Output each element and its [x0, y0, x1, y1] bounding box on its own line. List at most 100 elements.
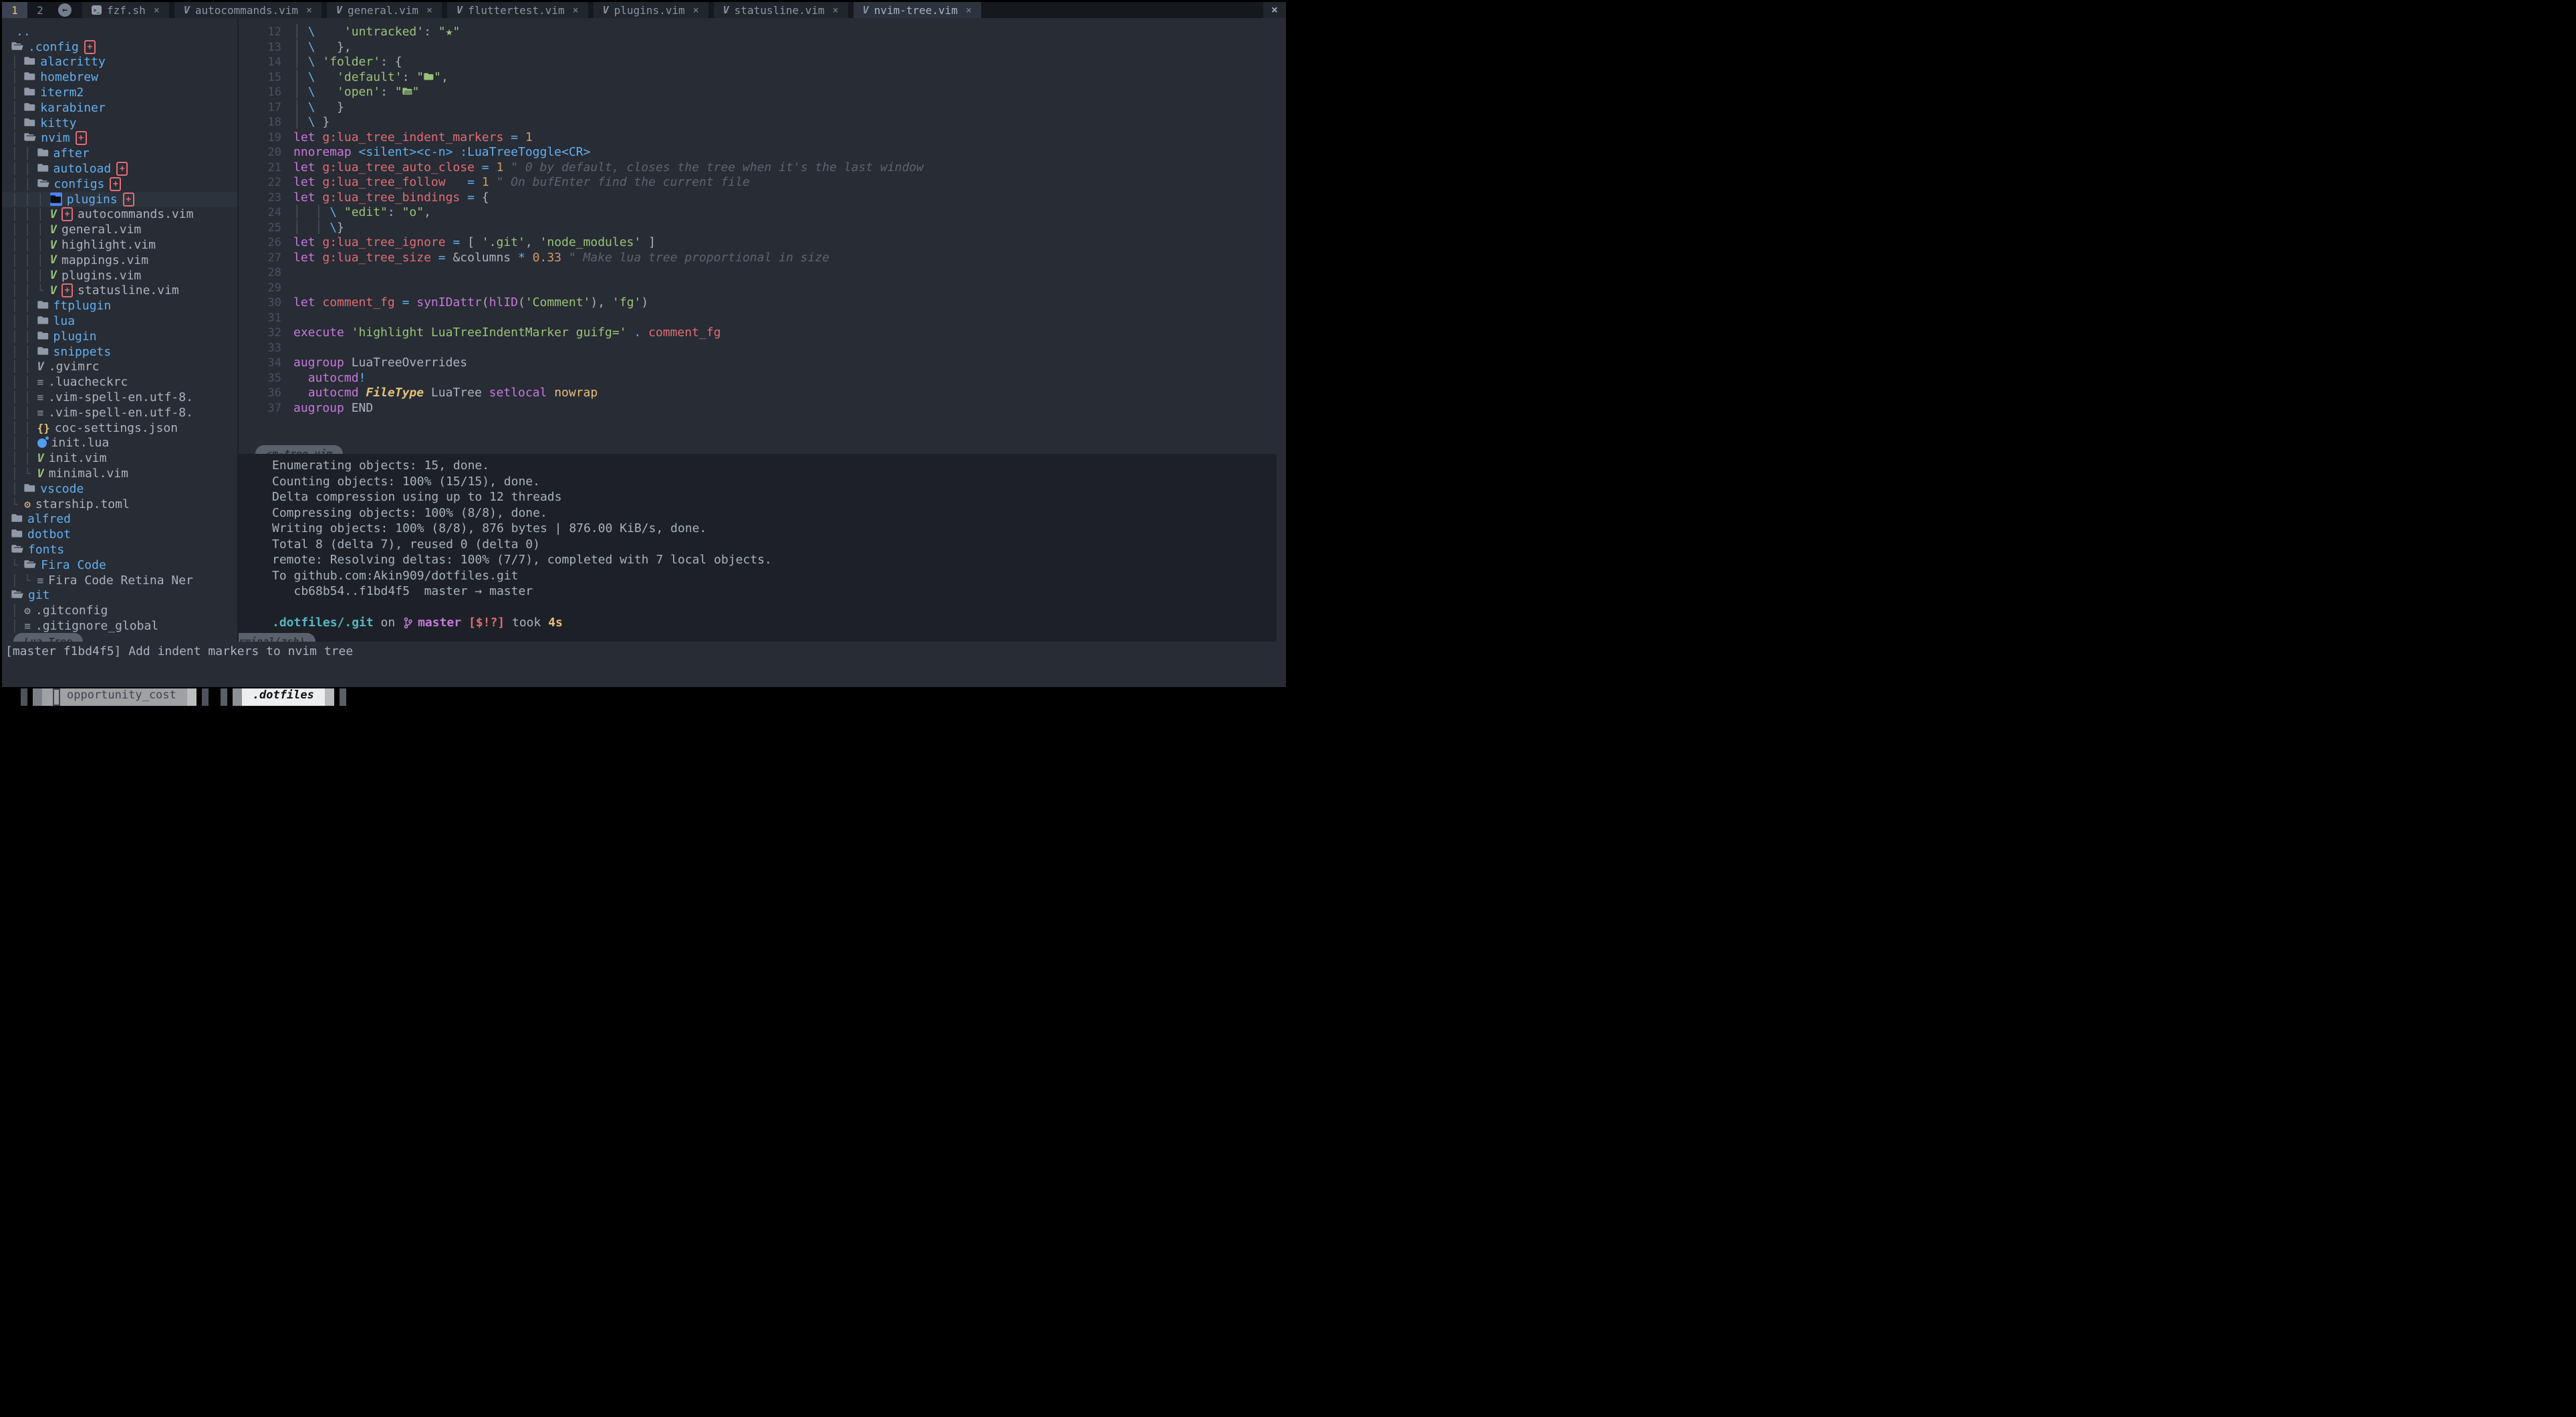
tree-item-alacritty[interactable]: │ alacritty: [2, 55, 237, 70]
tmux-window-.dotfiles[interactable]: .dotfiles: [221, 688, 346, 706]
back-arrow-icon[interactable]: ←: [58, 3, 72, 17]
tree-item-alfred[interactable]: alfred: [2, 512, 237, 527]
tab-close-icon[interactable]: ×: [693, 4, 699, 16]
code-line-14[interactable]: 14│ \ 'folder': {: [239, 55, 1286, 70]
code-line-35[interactable]: 35 autocmd!: [239, 371, 1286, 386]
code-token: let: [293, 130, 315, 146]
code-line-23[interactable]: 23let g:lua_tree_bindings = {: [239, 190, 1286, 206]
terminal-token: Enumerating objects: 15, done.: [272, 458, 489, 474]
code-token: ]: [641, 235, 656, 251]
code-line-17[interactable]: 17│ \ }: [239, 100, 1286, 116]
tab-close-icon[interactable]: ×: [426, 4, 432, 16]
code-line-24[interactable]: 24│ │ \ "edit": "o",: [239, 205, 1286, 221]
tree-item-configs[interactable]: │ │ configs+: [2, 176, 237, 192]
tab-close-icon[interactable]: ×: [966, 4, 972, 16]
tree-item-vscode[interactable]: │ vscode: [2, 481, 237, 497]
tree-item-Fira-Code-Retina-Ner[interactable]: │ └ ≡Fira Code Retina Ner: [2, 573, 237, 588]
tree-item-statusline.vim[interactable]: │ │ └ V+statusline.vim: [2, 283, 237, 299]
tree-item-.vim-spell-en.utf-8.[interactable]: │ │ ≡.vim-spell-en.utf-8.: [2, 405, 237, 420]
code-line-33[interactable]: 33: [239, 341, 1286, 356]
terminal-line-3: Delta compression using up to 12 threads: [272, 489, 1277, 505]
code-line-34[interactable]: 34augroup LuaTreeOverrides: [239, 356, 1286, 371]
tree-item-plugins[interactable]: │ │ │ plugins+: [2, 192, 237, 207]
tree-item-general.vim[interactable]: │ │ │ Vgeneral.vim: [2, 222, 237, 237]
code-line-31[interactable]: 31: [239, 311, 1286, 326]
tab-close-icon[interactable]: ×: [573, 4, 579, 16]
tree-item-dotbot[interactable]: dotbot: [2, 527, 237, 542]
code-line-30[interactable]: 30let comment_fg = synIDattr(hlID('Comme…: [239, 295, 1286, 311]
tree-item-init.lua[interactable]: │ │ init.lua: [2, 436, 237, 451]
tree-item-starship.toml[interactable]: └ ⚙starship.toml: [2, 497, 237, 512]
indent-guides: │ │: [11, 162, 37, 175]
code-token: [315, 235, 323, 251]
code-line-18[interactable]: 18│ \ }: [239, 115, 1286, 130]
tree-item-autocommands.vim[interactable]: │ │ │ V+autocommands.vim: [2, 207, 237, 223]
tree-item-karabiner[interactable]: │ karabiner: [2, 100, 237, 116]
code-line-15[interactable]: 15│ \ 'default': "",: [239, 70, 1286, 86]
code-line-36[interactable]: 36 autocmd FileType LuaTree setlocal now…: [239, 386, 1286, 401]
tree-item-..[interactable]: ..: [2, 24, 237, 39]
code-line-12[interactable]: 12│ \ 'untracked': "★": [239, 25, 1286, 40]
code-line-26[interactable]: 26let g:lua_tree_ignore = [ '.git', 'nod…: [239, 235, 1286, 251]
indent-guides: │ │: [11, 330, 37, 343]
tree-item-ftplugin[interactable]: │ │ ftplugin: [2, 298, 237, 313]
code-line-37[interactable]: 37augroup END: [239, 401, 1286, 416]
tab-number-2[interactable]: 2: [27, 2, 53, 18]
code-line-13[interactable]: 13│ \ },: [239, 40, 1286, 55]
tab-close-icon[interactable]: ×: [833, 4, 839, 16]
code-line-32[interactable]: 32execute 'highlight LuaTreeIndentMarker…: [239, 326, 1286, 341]
tab-plugins.vim[interactable]: Vplugins.vim×: [594, 2, 709, 18]
tree-item-.gitignore-global[interactable]: │ ≡.gitignore_global: [2, 618, 237, 634]
tree-item-.gitconfig[interactable]: │ ⚙.gitconfig: [2, 603, 237, 618]
tree-item-.config[interactable]: .config+: [2, 39, 237, 55]
tree-item-plugins.vim[interactable]: │ │ │ Vplugins.vim: [2, 268, 237, 283]
tree-item-coc-settings.json[interactable]: │ │ {}coc-settings.json: [2, 420, 237, 436]
code-line-28[interactable]: 28: [239, 265, 1286, 281]
code-line-16[interactable]: 16│ \ 'open': "": [239, 85, 1286, 100]
tree-item-plugin[interactable]: │ │ plugin: [2, 329, 237, 344]
tree-item-lua[interactable]: │ │ lua: [2, 313, 237, 329]
tab-close-icon[interactable]: ×: [154, 4, 160, 16]
tab-nvim-tree.vim[interactable]: Vnvim-tree.vim×: [854, 2, 981, 18]
code-editor[interactable]: 12│ \ 'untracked': "★"13│ \ },14│ \ 'fol…: [239, 18, 1286, 454]
tree-item-snippets[interactable]: │ │ snippets: [2, 344, 237, 360]
folder-icon: [24, 71, 35, 84]
tmux-window-opportunity_cost[interactable]: opportunity_cost: [21, 688, 209, 706]
tree-item-minimal.vim[interactable]: │ └ Vminimal.vim: [2, 466, 237, 481]
code-token: 'Comment': [525, 295, 591, 311]
close-all-icon[interactable]: ×: [1263, 2, 1286, 18]
tree-item-homebrew[interactable]: │ homebrew: [2, 70, 237, 85]
tree-item-highlight.vim[interactable]: │ │ │ Vhighlight.vim: [2, 237, 237, 253]
indent-guides: │: [11, 117, 24, 130]
tab-close-icon[interactable]: ×: [306, 4, 312, 16]
tree-item-autoload[interactable]: │ │ autoload+: [2, 161, 237, 176]
tab-number-1[interactable]: 1: [2, 2, 27, 18]
code-line-29[interactable]: 29: [239, 281, 1286, 296]
tab-general.vim[interactable]: Vgeneral.vim×: [327, 2, 442, 18]
terminal-pane[interactable]: Enumerating objects: 15, done.Counting o…: [239, 454, 1277, 642]
code-token: " On bufEnter find the current file: [489, 175, 750, 190]
tree-item-nvim[interactable]: │ nvim+: [2, 131, 237, 146]
tree-item-kitty[interactable]: │ kitty: [2, 116, 237, 131]
code-line-20[interactable]: 20nnoremap <silent><c-n> :LuaTreeToggle<…: [239, 145, 1286, 160]
tree-item-mappings.vim[interactable]: │ │ │ Vmappings.vim: [2, 253, 237, 268]
code-line-27[interactable]: 27let g:lua_tree_size = &columns * 0.33 …: [239, 251, 1286, 266]
code-line-19[interactable]: 19let g:lua_tree_indent_markers = 1: [239, 130, 1286, 146]
tab-autocommands.vim[interactable]: Vautocommands.vim×: [174, 2, 321, 18]
tree-item-Fira-Code[interactable]: └ Fira Code: [2, 557, 237, 573]
code-line-22[interactable]: 22let g:lua_tree_follow = 1 " On bufEnte…: [239, 175, 1286, 190]
tree-item-after[interactable]: │ │ after: [2, 146, 237, 161]
tab-statusline.vim[interactable]: Vstatusline.vim×: [714, 2, 848, 18]
tree-item-init.vim[interactable]: │ │ Vinit.vim: [2, 450, 237, 466]
tree-item-git[interactable]: git: [2, 588, 237, 603]
tab-fzf.sh[interactable]: >_fzf.sh×: [82, 2, 169, 18]
tab-fluttertest.vim[interactable]: Vfluttertest.vim×: [447, 2, 588, 18]
vim-icon: V: [50, 284, 57, 297]
code-line-25[interactable]: 25│ │ \}: [239, 221, 1286, 236]
code-line-21[interactable]: 21let g:lua_tree_auto_close = 1 " 0 by d…: [239, 160, 1286, 176]
tree-item-.gvimrc[interactable]: │ │ V.gvimrc: [2, 360, 237, 375]
tree-item-.vim-spell-en.utf-8.[interactable]: │ │ ≡.vim-spell-en.utf-8.: [2, 390, 237, 405]
tree-item-.luacheckrc[interactable]: │ │ ≡.luacheckrc: [2, 374, 237, 390]
tree-item-fonts[interactable]: fonts: [2, 542, 237, 557]
tree-item-iterm2[interactable]: │ iterm2: [2, 85, 237, 100]
